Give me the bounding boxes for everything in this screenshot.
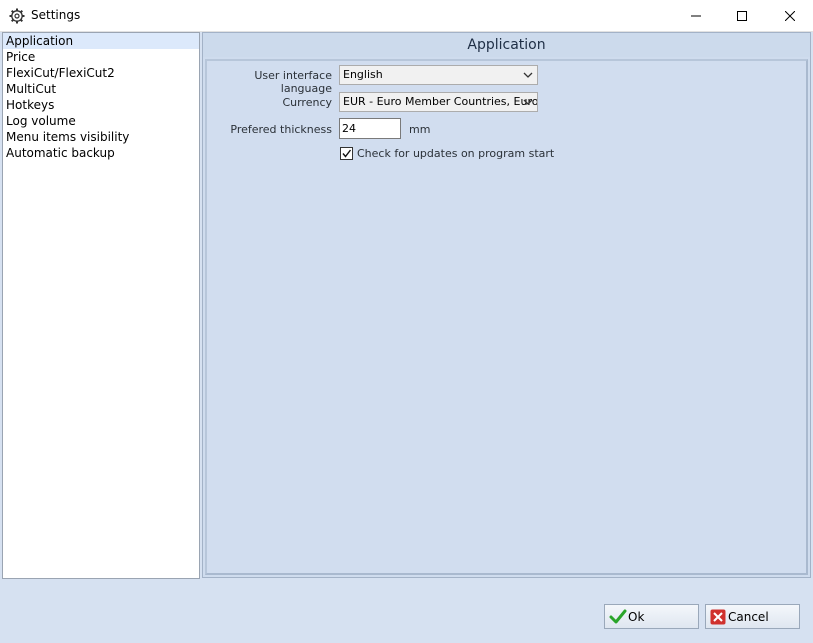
nav-item-log-volume[interactable]: Log volume	[3, 113, 199, 129]
nav-item-label: Application	[6, 34, 74, 48]
thickness-label: Prefered thickness	[230, 123, 332, 136]
currency-select[interactable]: EUR - Euro Member Countries, Euro	[339, 92, 538, 112]
panel-content: User interface language English Currency…	[205, 59, 808, 575]
checkmark-icon	[342, 149, 352, 158]
nav-item-hotkeys[interactable]: Hotkeys	[3, 97, 199, 113]
minimize-icon	[691, 15, 701, 16]
nav-item-label: Log volume	[6, 114, 76, 128]
chevron-down-icon	[523, 72, 533, 78]
language-select-value: English	[343, 68, 383, 81]
nav-item-label: Price	[6, 50, 36, 64]
nav-item-label: FlexiCut/FlexiCut2	[6, 66, 115, 80]
nav-item-label: MultiCut	[6, 82, 57, 96]
window-title: Settings	[31, 8, 81, 22]
thickness-input[interactable]: 24	[339, 118, 401, 139]
currency-label: Currency	[282, 96, 332, 109]
cancel-button-label: Cancel	[728, 610, 769, 624]
settings-panel: Application User interface language Engl…	[202, 32, 811, 578]
language-label: User interface language	[254, 69, 332, 95]
cancel-button[interactable]: Cancel	[705, 604, 800, 629]
nav-item-label: Hotkeys	[6, 98, 55, 112]
panel-title: Application	[203, 33, 810, 57]
nav-item-price[interactable]: Price	[3, 49, 199, 65]
close-button[interactable]	[767, 0, 813, 31]
chevron-down-icon	[523, 99, 533, 105]
nav-item-automatic-backup[interactable]: Automatic backup	[3, 145, 199, 161]
nav-item-application[interactable]: Application	[3, 33, 199, 49]
nav-item-label: Automatic backup	[6, 146, 115, 160]
minimize-button[interactable]	[673, 0, 719, 31]
maximize-button[interactable]	[719, 0, 765, 31]
nav-item-menu-items-visibility[interactable]: Menu items visibility	[3, 129, 199, 145]
updates-checkbox-label[interactable]: Check for updates on program start	[357, 147, 554, 160]
settings-category-list[interactable]: Application Price FlexiCut/FlexiCut2 Mul…	[2, 32, 200, 579]
ok-button[interactable]: Ok	[604, 604, 699, 629]
gear-icon	[9, 8, 25, 24]
title-bar: Settings	[0, 0, 813, 32]
thickness-unit: mm	[409, 123, 431, 136]
language-select[interactable]: English	[339, 65, 538, 85]
close-icon	[785, 10, 795, 21]
ok-button-label: Ok	[628, 610, 645, 624]
cross-icon	[710, 609, 726, 625]
nav-item-label: Menu items visibility	[6, 130, 130, 144]
nav-item-multicut[interactable]: MultiCut	[3, 81, 199, 97]
updates-checkbox[interactable]	[340, 147, 353, 160]
checkmark-icon	[609, 609, 627, 624]
nav-item-flexicut[interactable]: FlexiCut/FlexiCut2	[3, 65, 199, 81]
maximize-icon	[737, 10, 747, 21]
currency-select-value: EUR - Euro Member Countries, Euro	[343, 95, 538, 108]
